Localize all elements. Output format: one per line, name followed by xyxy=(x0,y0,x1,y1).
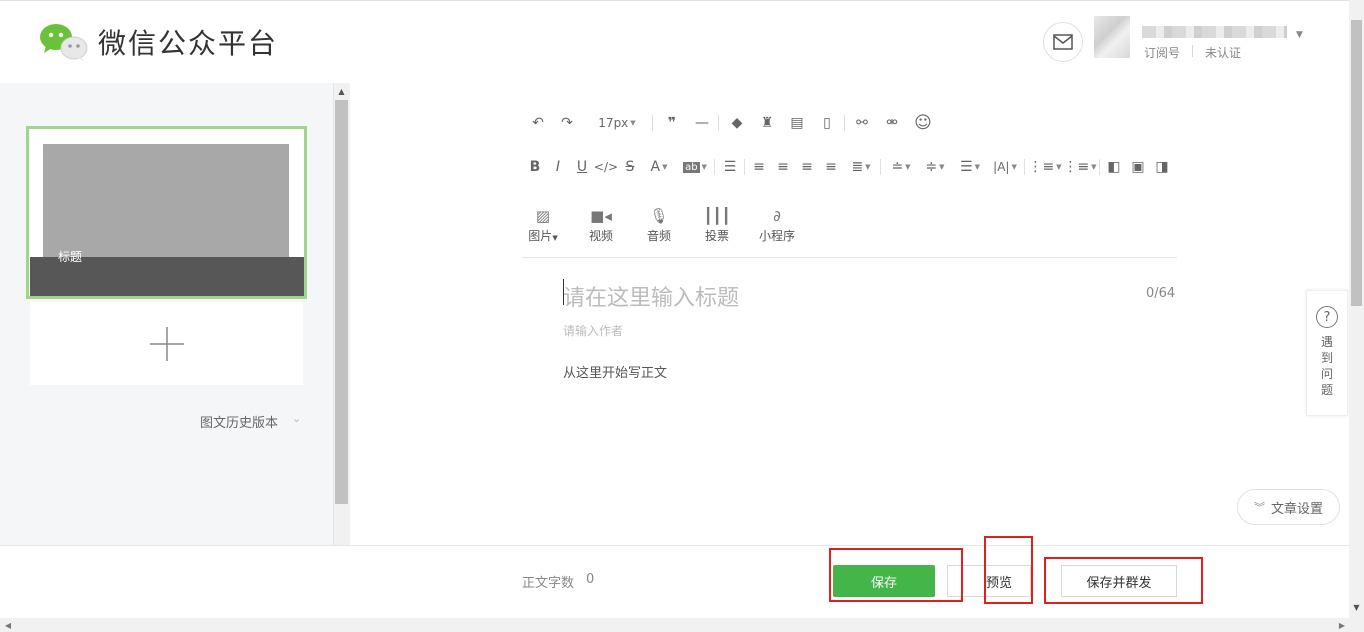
scroll-down-icon[interactable]: ▼ xyxy=(1349,600,1364,615)
article-title: 标题 xyxy=(58,250,83,264)
media-label-miniprogram: 小程序 xyxy=(758,229,795,243)
strikethrough-icon[interactable]: S xyxy=(622,156,638,178)
body-editor[interactable]: 从这里开始写正文 xyxy=(563,362,667,381)
document-icon[interactable]: ▯ xyxy=(817,112,837,134)
bold-icon[interactable]: B xyxy=(527,156,543,178)
align-left-icon[interactable]: ≡ xyxy=(750,156,768,178)
mail-button[interactable] xyxy=(1043,22,1083,62)
undo-icon[interactable]: ↶ xyxy=(528,112,548,134)
scroll-up-icon[interactable]: ▲ xyxy=(333,83,350,100)
insert-vote-button[interactable]: ┃┃┃ 投票 xyxy=(695,205,739,245)
image-icon: ▨ xyxy=(535,207,551,225)
highlight-box-preview xyxy=(984,536,1033,604)
word-count-label: 正文字数 xyxy=(522,576,575,591)
article-settings-button[interactable]: ︾ 文章设置 xyxy=(1237,489,1340,525)
double-chevron-down-icon: ︾ xyxy=(1253,501,1265,514)
media-label-image: 图片 xyxy=(528,229,553,243)
highlight-box-publish xyxy=(1044,557,1203,604)
vote-icon: ┃┃┃ xyxy=(703,207,731,225)
insert-template-icon[interactable]: ▤ xyxy=(787,112,807,134)
blockquote-icon[interactable]: ❞ xyxy=(662,112,682,134)
add-article-button[interactable] xyxy=(30,302,303,385)
ordered-list-icon[interactable]: ⋮≡ ▼ xyxy=(1028,156,1061,178)
highlight-box-save xyxy=(829,548,963,602)
justify-icon[interactable]: ≡ xyxy=(822,156,840,178)
title-char-count: 0/64 xyxy=(1146,286,1176,301)
float-center-icon[interactable]: ▣ xyxy=(1129,156,1147,178)
scroll-right-icon[interactable]: ▶ xyxy=(1336,618,1348,632)
float-right-icon[interactable]: ◨ xyxy=(1153,156,1171,178)
font-size-value: 17px xyxy=(598,116,629,130)
account-name-blurred xyxy=(1142,26,1287,38)
mail-icon xyxy=(1053,34,1073,50)
insert-miniprogram-button[interactable]: ∂ 小程序 xyxy=(753,205,801,245)
miniprogram-icon: ∂ xyxy=(773,207,781,225)
align-menu-icon[interactable]: ≣ ▼ xyxy=(846,156,876,178)
toolbar-divider xyxy=(522,257,1177,258)
title-input[interactable]: 请在这里输入标题 xyxy=(563,280,739,312)
underline-icon[interactable]: U xyxy=(574,156,590,178)
account-status: 未认证 xyxy=(1205,46,1242,60)
code-icon[interactable]: </> xyxy=(594,156,618,178)
history-versions-link[interactable]: 图文历史版本 xyxy=(200,412,278,431)
word-count-value: 0 xyxy=(586,572,595,587)
insert-image-button[interactable]: ▨ 图片▼ xyxy=(521,205,565,245)
emoji-icon[interactable]: ☺ xyxy=(912,112,934,134)
line-height-icon[interactable]: ☰ ▼ xyxy=(955,156,985,178)
left-scrollbar-thumb[interactable] xyxy=(335,100,348,504)
question-icon: ? xyxy=(1316,306,1338,328)
wechat-logo-icon xyxy=(38,22,90,62)
float-left-icon[interactable]: ◧ xyxy=(1105,156,1123,178)
spacing-before-icon[interactable]: ≐ ▼ xyxy=(886,156,916,178)
avatar[interactable] xyxy=(1094,16,1130,58)
insert-audio-button[interactable]: 🎙︎ 音频 xyxy=(637,205,681,245)
italic-icon[interactable]: I xyxy=(550,156,566,178)
spacing-after-icon[interactable]: ≑ ▼ xyxy=(920,156,950,178)
account-divider xyxy=(1192,45,1193,57)
mic-icon: 🎙︎ xyxy=(649,207,669,225)
background-color-icon[interactable]: ab ▼ xyxy=(680,156,710,178)
font-color-icon[interactable]: A ▼ xyxy=(646,156,672,178)
chevron-down-icon[interactable]: ⌄ xyxy=(292,412,301,425)
video-icon: ■◂ xyxy=(590,207,612,225)
align-right-icon[interactable]: ≡ xyxy=(798,156,816,178)
unlink-icon[interactable]: ⚮ xyxy=(882,112,902,134)
redo-icon[interactable]: ↷ xyxy=(557,112,577,134)
platform-title: 微信公众平台 xyxy=(98,27,279,60)
scroll-left-icon[interactable]: ◀ xyxy=(2,618,14,632)
settings-label: 文章设置 xyxy=(1270,501,1323,517)
insert-video-button[interactable]: ■◂ 视频 xyxy=(579,205,623,245)
indent-icon[interactable]: ☰ xyxy=(720,156,740,178)
horizontal-rule-icon[interactable]: — xyxy=(692,112,712,134)
letter-spacing-icon[interactable]: |A| ▼ xyxy=(990,156,1020,178)
plus-icon xyxy=(149,326,184,361)
help-label: 遇到问题 xyxy=(1320,335,1333,397)
account-dropdown-icon[interactable]: ▼ xyxy=(1296,30,1303,40)
author-input[interactable]: 请输入作者 xyxy=(563,322,623,339)
align-center-icon[interactable]: ≡ xyxy=(774,156,792,178)
format-painter-icon[interactable]: ♜ xyxy=(757,112,777,134)
font-size-select[interactable]: 17px ▼ xyxy=(592,112,642,134)
eraser-icon[interactable]: ◆ xyxy=(727,112,747,134)
page-scrollbar-thumb[interactable] xyxy=(1351,20,1362,306)
unordered-list-icon[interactable]: ⋮≡ ▼ xyxy=(1063,156,1096,178)
link-icon[interactable]: ⚯ xyxy=(852,112,872,134)
horizontal-scrollbar[interactable] xyxy=(0,618,1349,632)
media-label-audio: 音频 xyxy=(646,229,671,243)
media-label-vote: 投票 xyxy=(704,229,729,243)
account-type: 订阅号 xyxy=(1144,46,1181,60)
media-label-video: 视频 xyxy=(588,229,613,243)
